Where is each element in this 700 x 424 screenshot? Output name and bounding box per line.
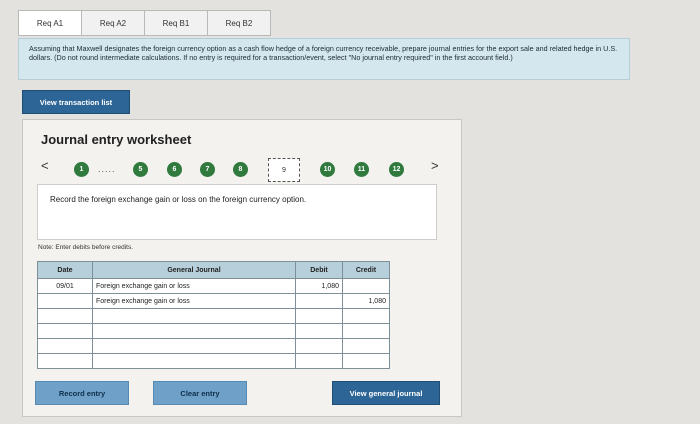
entry-note: Note: Enter debits before credits. — [38, 244, 134, 251]
account-cell[interactable] — [92, 353, 296, 369]
step-7[interactable]: 7 — [200, 162, 215, 177]
date-cell[interactable]: 09/01 — [37, 278, 93, 294]
worksheet-title: Journal entry worksheet — [41, 132, 192, 147]
tab-req-a1[interactable]: Req A1 — [18, 10, 82, 36]
header-credit: Credit — [342, 261, 390, 279]
step-12[interactable]: 12 — [389, 162, 404, 177]
step-11[interactable]: 11 — [354, 162, 369, 177]
clear-entry-button[interactable]: Clear entry — [153, 381, 247, 405]
header-date: Date — [37, 261, 93, 279]
instructions-text: Assuming that Maxwell designates the for… — [29, 44, 618, 62]
view-transaction-list-button[interactable]: View transaction list — [22, 90, 130, 114]
date-cell[interactable] — [37, 293, 93, 309]
table-row — [37, 353, 390, 369]
debit-cell[interactable] — [295, 308, 343, 324]
table-row: 09/01 Foreign exchange gain or loss 1,08… — [37, 278, 390, 294]
debit-cell[interactable]: 1,080 — [295, 278, 343, 294]
table-row — [37, 338, 390, 354]
tab-req-b1[interactable]: Req B1 — [144, 10, 208, 36]
step-ellipsis: ..... — [98, 164, 116, 174]
debit-cell[interactable] — [295, 293, 343, 309]
step-8[interactable]: 8 — [233, 162, 248, 177]
instructions-panel: Assuming that Maxwell designates the for… — [18, 38, 630, 80]
step-10[interactable]: 10 — [320, 162, 335, 177]
account-cell[interactable] — [92, 308, 296, 324]
view-general-journal-button[interactable]: View general journal — [332, 381, 440, 405]
table-row — [37, 323, 390, 339]
account-cell[interactable] — [92, 323, 296, 339]
table-row: Foreign exchange gain or loss 1,080 — [37, 293, 390, 309]
date-cell[interactable] — [37, 323, 93, 339]
step-5[interactable]: 5 — [133, 162, 148, 177]
credit-cell[interactable] — [342, 323, 390, 339]
journal-entry-worksheet: Journal entry worksheet < 1 ..... 5 6 7 … — [22, 119, 462, 417]
requirement-tabs: Req A1 Req A2 Req B1 Req B2 — [18, 10, 271, 36]
prev-step-icon[interactable]: < — [41, 158, 49, 173]
header-debit: Debit — [295, 261, 343, 279]
date-cell[interactable] — [37, 338, 93, 354]
credit-cell[interactable] — [342, 278, 390, 294]
debit-cell[interactable] — [295, 323, 343, 339]
debit-cell[interactable] — [295, 338, 343, 354]
credit-cell[interactable] — [342, 353, 390, 369]
account-cell[interactable] — [92, 338, 296, 354]
next-step-icon[interactable]: > — [431, 158, 439, 173]
debit-cell[interactable] — [295, 353, 343, 369]
date-cell[interactable] — [37, 308, 93, 324]
step-6[interactable]: 6 — [167, 162, 182, 177]
tab-req-a2[interactable]: Req A2 — [81, 10, 145, 36]
step-description-box: Record the foreign exchange gain or loss… — [37, 184, 437, 240]
record-entry-button[interactable]: Record entry — [35, 381, 129, 405]
account-cell[interactable]: Foreign exchange gain or loss — [92, 278, 296, 294]
credit-cell[interactable]: 1,080 — [342, 293, 390, 309]
journal-header-row: Date General Journal Debit Credit — [37, 261, 390, 279]
credit-cell[interactable] — [342, 308, 390, 324]
header-general-journal: General Journal — [92, 261, 296, 279]
step-9-current[interactable]: 9 — [268, 158, 300, 182]
step-1[interactable]: 1 — [74, 162, 89, 177]
tab-req-b2[interactable]: Req B2 — [207, 10, 271, 36]
journal-table: Date General Journal Debit Credit 09/01 … — [37, 261, 390, 369]
credit-cell[interactable] — [342, 338, 390, 354]
table-row — [37, 308, 390, 324]
account-cell[interactable]: Foreign exchange gain or loss — [92, 293, 296, 309]
step-description: Record the foreign exchange gain or loss… — [50, 195, 307, 204]
date-cell[interactable] — [37, 353, 93, 369]
